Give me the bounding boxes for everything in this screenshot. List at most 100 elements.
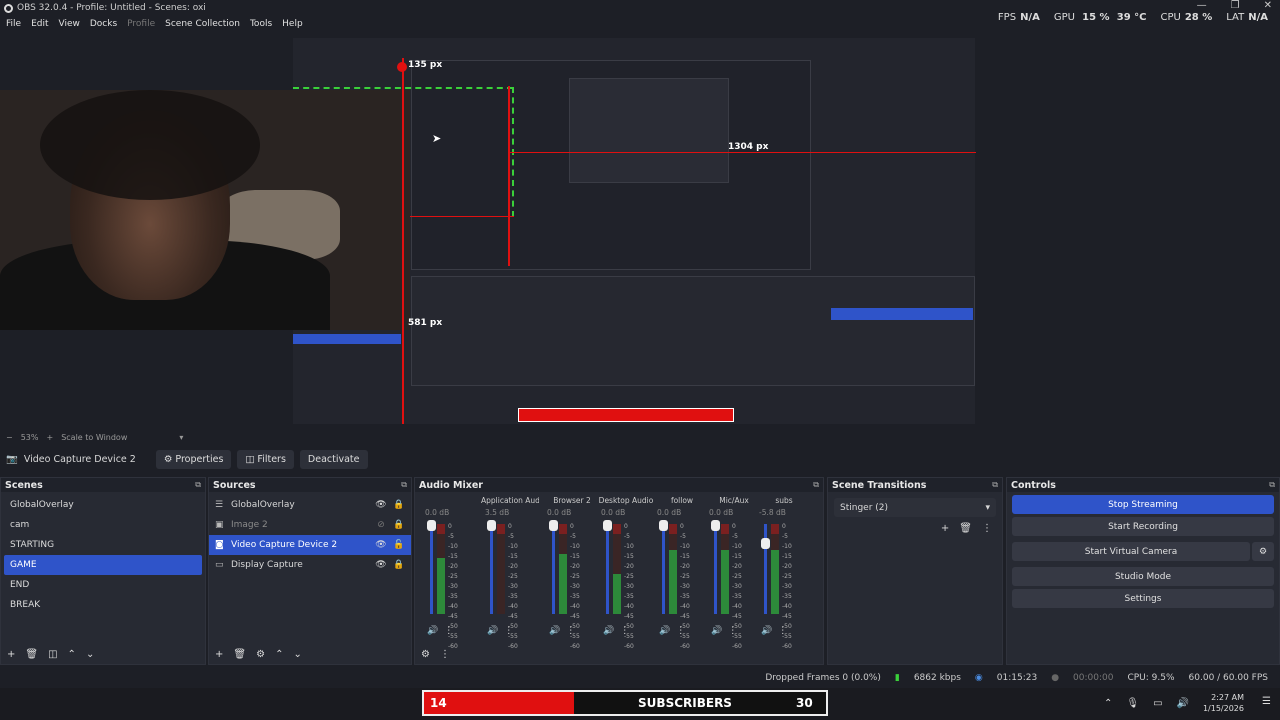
add-icon[interactable]: +: [215, 649, 223, 660]
popout-icon[interactable]: ⧉: [195, 480, 201, 490]
clock-date: 1/15/2026: [1202, 704, 1244, 713]
start-virtual-camera-button[interactable]: Start Virtual Camera: [1012, 542, 1250, 561]
more-options-icon[interactable]: ⋮: [566, 626, 575, 636]
mute-icon[interactable]: 🔊: [711, 626, 722, 636]
more-options-icon[interactable]: ⋮: [982, 523, 992, 534]
scene-item[interactable]: STARTING: [4, 535, 202, 555]
stop-streaming-button[interactable]: Stop Streaming: [1012, 495, 1274, 514]
more-options-icon[interactable]: ⋮: [778, 626, 787, 636]
scene-item[interactable]: END: [4, 575, 202, 595]
mixer-channel: Browser 2 0.0 dB 0 -5 -10 -15 -20 -25 -30 -35 -40-…: [543, 496, 601, 650]
popout-icon[interactable]: ⧉: [813, 480, 819, 490]
menu-file[interactable]: File: [6, 19, 21, 29]
volume-fader[interactable]: [606, 524, 609, 614]
fader-knob[interactable]: [761, 538, 770, 549]
virtual-camera-settings-icon[interactable]: ⚙: [1252, 542, 1274, 561]
scene-item-selected[interactable]: GAME: [4, 555, 202, 575]
trash-icon[interactable]: 🗑: [25, 649, 38, 660]
popout-icon[interactable]: ⧉: [992, 480, 998, 490]
eye-icon[interactable]: 👁: [375, 540, 387, 550]
eye-hidden-icon[interactable]: ⊘: [375, 520, 387, 530]
mute-icon[interactable]: 🔊: [427, 626, 438, 636]
source-item-selected[interactable]: ◙ Video Capture Device 2 👁 🔓: [209, 535, 411, 555]
scene-item[interactable]: cam: [4, 515, 202, 535]
volume-fader[interactable]: [430, 524, 433, 614]
maximize-icon[interactable]: ❐: [1231, 0, 1240, 11]
more-options-icon[interactable]: ⋮: [440, 649, 450, 660]
zoom-in-button[interactable]: +: [46, 433, 53, 442]
fader-knob[interactable]: [487, 520, 496, 531]
popout-icon[interactable]: ⧉: [1269, 480, 1275, 490]
mixer-channel: Desktop Audio 0.0 dB 0 -5 -10 -15 -20 -25 -30 -35…: [597, 496, 655, 650]
mixer-settings-icon[interactable]: ⚙: [421, 649, 430, 660]
add-icon[interactable]: +: [941, 523, 949, 534]
lock-icon[interactable]: 🔒: [393, 560, 405, 570]
eye-icon[interactable]: 👁: [375, 560, 387, 570]
menu-edit[interactable]: Edit: [31, 19, 48, 29]
filter-icon[interactable]: ◫: [48, 649, 57, 660]
menu-profile[interactable]: Profile: [127, 19, 155, 29]
move-down-icon[interactable]: ⌄: [293, 649, 301, 660]
notification-icon[interactable]: ☰: [1262, 696, 1274, 710]
gear-icon[interactable]: ⚙: [256, 649, 265, 660]
fader-knob[interactable]: [659, 520, 668, 531]
mute-icon[interactable]: 🔊: [603, 626, 614, 636]
unlock-icon[interactable]: 🔓: [393, 540, 405, 550]
fader-knob[interactable]: [549, 520, 558, 531]
filters-button[interactable]: ◫ Filters: [237, 449, 294, 469]
studio-mode-button[interactable]: Studio Mode: [1012, 567, 1274, 586]
system-clock[interactable]: 2:27 AM 1/15/2026: [1203, 692, 1244, 714]
trash-icon[interactable]: 🗑: [959, 523, 972, 534]
lock-icon[interactable]: 🔒: [393, 520, 405, 530]
start-recording-button[interactable]: Start Recording: [1012, 517, 1274, 536]
move-down-icon[interactable]: ⌄: [86, 649, 94, 660]
more-options-icon[interactable]: ⋮: [676, 626, 685, 636]
mute-icon[interactable]: 🔊: [549, 626, 560, 636]
fader-knob[interactable]: [711, 520, 720, 531]
fader-knob[interactable]: [427, 520, 436, 531]
more-options-icon[interactable]: ⋮: [504, 626, 513, 636]
tray-chevron-icon[interactable]: ⌃: [1104, 698, 1112, 709]
more-options-icon[interactable]: ⋮: [728, 626, 737, 636]
eye-icon[interactable]: 👁: [375, 500, 387, 510]
fader-knob[interactable]: [603, 520, 612, 531]
source-item[interactable]: ▭ Display Capture 👁 🔒: [209, 555, 411, 575]
volume-icon[interactable]: 🔊: [1177, 698, 1189, 709]
menu-scene-collection[interactable]: Scene Collection: [165, 19, 240, 29]
more-options-icon[interactable]: ⋮: [620, 626, 629, 636]
properties-button[interactable]: ⚙ Properties: [155, 449, 232, 469]
scene-item[interactable]: GlobalOverlay: [4, 495, 202, 515]
mute-icon[interactable]: 🔊: [659, 626, 670, 636]
volume-fader[interactable]: [552, 524, 555, 614]
scale-dropdown-icon[interactable]: ▾: [179, 433, 183, 442]
menu-docks[interactable]: Docks: [90, 19, 117, 29]
mute-icon[interactable]: 🔊: [487, 626, 498, 636]
transition-select[interactable]: Stinger (2) ▾: [834, 498, 996, 517]
close-icon[interactable]: ✕: [1264, 0, 1272, 11]
move-up-icon[interactable]: ⌃: [68, 649, 76, 660]
move-up-icon[interactable]: ⌃: [275, 649, 283, 660]
minimize-icon[interactable]: —: [1197, 0, 1207, 11]
mute-icon[interactable]: 🔊: [761, 626, 772, 636]
scene-item[interactable]: BREAK: [4, 595, 202, 615]
settings-button[interactable]: Settings: [1012, 589, 1274, 608]
volume-fader[interactable]: [714, 524, 717, 614]
deactivate-button[interactable]: Deactivate: [299, 449, 368, 469]
lock-icon[interactable]: 🔒: [393, 500, 405, 510]
add-icon[interactable]: +: [7, 649, 15, 660]
zoom-out-button[interactable]: −: [6, 433, 13, 442]
menu-view[interactable]: View: [59, 19, 80, 29]
scene-transitions-dock: Scene Transitions ⧉ Stinger (2) ▾ + 🗑 ⋮: [827, 477, 1003, 665]
network-icon[interactable]: ▭: [1153, 698, 1162, 709]
mic-icon[interactable]: 🎙: [1126, 698, 1139, 709]
volume-fader[interactable]: [662, 524, 665, 614]
trash-icon[interactable]: 🗑: [233, 649, 246, 660]
guide-handle[interactable]: [397, 62, 407, 72]
volume-fader[interactable]: [490, 524, 493, 614]
menu-help[interactable]: Help: [282, 19, 303, 29]
source-item[interactable]: ▣ Image 2 ⊘ 🔒: [209, 515, 411, 535]
more-options-icon[interactable]: ⋮: [444, 626, 453, 636]
popout-icon[interactable]: ⧉: [401, 480, 407, 490]
source-item[interactable]: ☰ GlobalOverlay 👁 🔒: [209, 495, 411, 515]
menu-tools[interactable]: Tools: [250, 19, 272, 29]
